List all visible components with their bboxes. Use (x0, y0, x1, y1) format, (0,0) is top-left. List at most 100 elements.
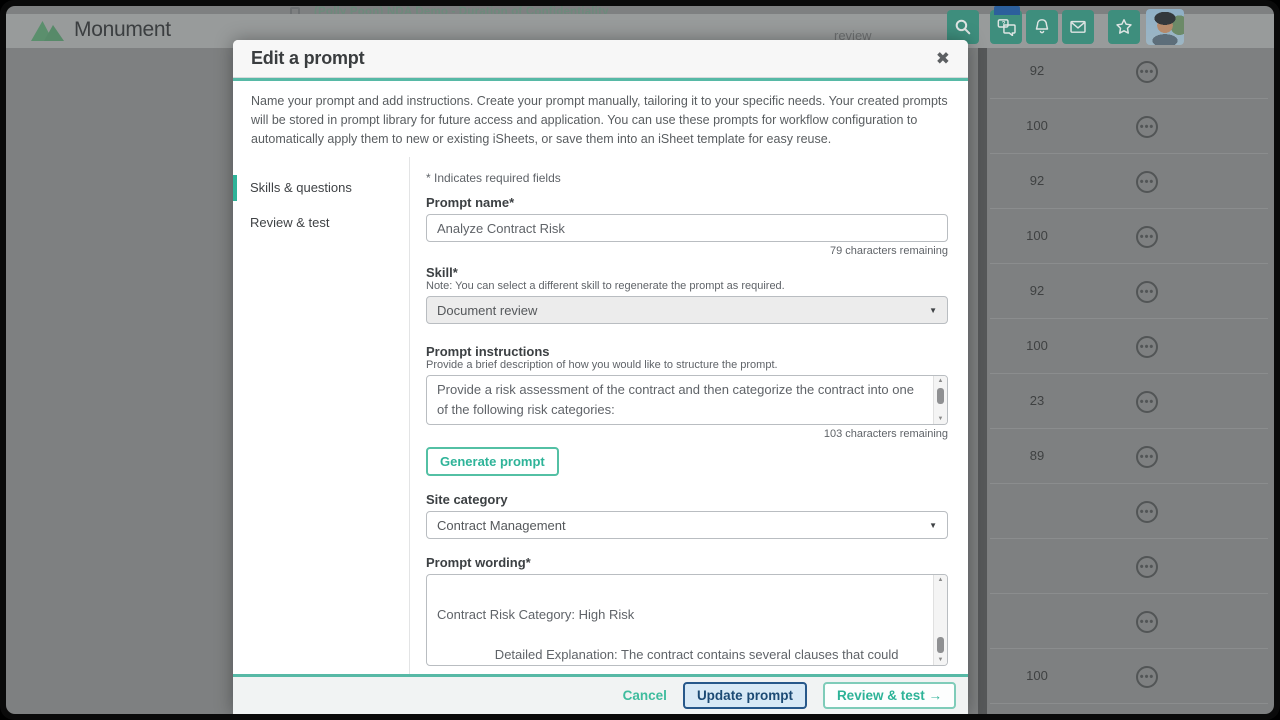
ellipsis-icon: ••• (1140, 232, 1155, 243)
textarea-scrollbar[interactable]: ▲ ▼ (933, 376, 947, 424)
modal-description: Name your prompt and add instructions. C… (233, 81, 968, 157)
ellipsis-icon: ••• (1140, 177, 1155, 188)
table-row: ••• (990, 539, 1268, 594)
update-prompt-button[interactable]: Update prompt (683, 682, 807, 709)
ellipsis-icon: ••• (1140, 507, 1155, 518)
bell-icon (1033, 18, 1051, 36)
more-options-button[interactable]: ••• (1136, 391, 1158, 413)
prompt-instructions-label: Prompt instructions (426, 344, 948, 359)
tab-skills-questions[interactable]: Skills & questions (233, 173, 409, 202)
skill-note: Note: You can select a different skill t… (426, 280, 948, 292)
table-row: 92 ••• (990, 44, 1268, 99)
monument-logo[interactable]: Monument (30, 17, 171, 43)
scroll-down-icon[interactable]: ▼ (938, 414, 944, 424)
ellipsis-icon: ••• (1140, 617, 1155, 628)
table-row: 92 ••• (990, 154, 1268, 209)
modal-header: Edit a prompt ✖ (233, 40, 968, 78)
table-row: 100 ••• (990, 209, 1268, 264)
arrow-right-icon: → (929, 688, 943, 703)
brand-name: Monument (74, 18, 171, 42)
screen-frame: (Polly Poon) NDA Demo - Duration of Conf… (0, 0, 1280, 720)
prompt-wording-textarea[interactable]: Contract Risk Category: High Risk Detail… (426, 574, 948, 666)
ellipsis-icon: ••• (1140, 452, 1155, 463)
notifications-button[interactable] (1026, 10, 1058, 44)
prompt-instructions-textarea[interactable]: Provide a risk assessment of the contrac… (426, 375, 948, 425)
prompt-wording-value: Detailed Explanation: The contract conta… (437, 647, 914, 665)
envelope-icon (1069, 18, 1087, 36)
scroll-thumb[interactable] (937, 637, 944, 653)
scroll-down-icon[interactable]: ▼ (938, 655, 944, 665)
modal-title: Edit a prompt (251, 48, 364, 69)
more-options-button[interactable]: ••• (1136, 116, 1158, 138)
score-value: 100 (1016, 338, 1058, 353)
score-value: 92 (1016, 173, 1058, 188)
prompt-name-input[interactable] (426, 214, 948, 242)
more-options-button[interactable]: ••• (1136, 281, 1158, 303)
skill-label: Skill* (426, 265, 948, 280)
table-row: 100 ••• (990, 319, 1268, 374)
table-row: 100 ••• (990, 99, 1268, 154)
score-value: 92 (1016, 63, 1058, 78)
table-row: 100 ••• (990, 649, 1268, 704)
table-row: ••• (990, 594, 1268, 649)
chevron-down-icon: ▼ (929, 306, 937, 315)
more-options-button[interactable]: ••• (1136, 446, 1158, 468)
more-options-button[interactable]: ••• (1136, 226, 1158, 248)
skill-selected-value: Document review (437, 303, 537, 318)
prompt-wording-clipped-line: Contract Risk Category: High Risk (437, 605, 923, 625)
more-options-button[interactable]: ••• (1136, 336, 1158, 358)
table-row: ••• (990, 484, 1268, 539)
score-value: 100 (1016, 668, 1058, 683)
score-value: 92 (1016, 283, 1058, 298)
cancel-button[interactable]: Cancel (623, 688, 667, 703)
more-options-button[interactable]: ••• (1136, 61, 1158, 83)
prompt-instructions-remaining: 103 characters remaining (426, 428, 948, 440)
more-options-button[interactable]: ••• (1136, 171, 1158, 193)
review-test-button[interactable]: Review & test → (823, 682, 956, 709)
ellipsis-icon: ••• (1140, 562, 1155, 573)
ellipsis-icon: ••• (1140, 672, 1155, 683)
generate-prompt-button[interactable]: Generate prompt (426, 447, 559, 476)
messages-button[interactable] (1062, 10, 1094, 44)
scroll-track[interactable] (934, 386, 947, 414)
prompt-name-remaining: 79 characters remaining (426, 245, 948, 257)
scroll-up-icon[interactable]: ▲ (938, 575, 944, 585)
skill-select[interactable]: Document review ▼ (426, 296, 948, 324)
ellipsis-icon: ••• (1140, 122, 1155, 133)
scroll-up-icon[interactable]: ▲ (938, 376, 944, 386)
tab-review-test[interactable]: Review & test (233, 208, 409, 237)
table-row: 92 ••• (990, 264, 1268, 319)
site-category-selected-value: Contract Management (437, 518, 566, 533)
modal-body: Skills & questions Review & test * Indic… (233, 157, 968, 674)
site-category-label: Site category (426, 492, 948, 507)
mountain-logo-icon (30, 17, 66, 43)
star-icon (1115, 18, 1133, 36)
ellipsis-icon: ••• (1140, 287, 1155, 298)
search-button[interactable] (947, 10, 979, 44)
chat-button[interactable]: ? (990, 10, 1022, 44)
more-options-button[interactable]: ••• (1136, 501, 1158, 523)
more-options-button[interactable]: ••• (1136, 666, 1158, 688)
more-options-button[interactable]: ••• (1136, 556, 1158, 578)
chat-bubbles-icon: ? (997, 18, 1016, 36)
search-icon (954, 18, 972, 36)
required-fields-note: * Indicates required fields (426, 171, 948, 185)
score-value: 100 (1016, 228, 1058, 243)
more-options-button[interactable]: ••• (1136, 611, 1158, 633)
prompt-name-label: Prompt name* (426, 195, 948, 210)
textarea-scrollbar[interactable]: ▲ ▼ (933, 575, 947, 665)
ellipsis-icon: ••• (1140, 342, 1155, 353)
score-value: 23 (1016, 393, 1058, 408)
table-row: 89 ••• (990, 429, 1268, 484)
background-scrollbar[interactable] (978, 14, 987, 714)
scroll-track[interactable] (934, 585, 947, 655)
review-test-label: Review & test (837, 688, 925, 703)
favorites-button[interactable] (1108, 10, 1140, 44)
background-table: 92 ••• 100 ••• 92 ••• 100 ••• (990, 44, 1268, 704)
close-icon[interactable]: ✖ (936, 49, 950, 69)
score-value: 100 (1016, 118, 1058, 133)
chevron-down-icon: ▼ (929, 521, 937, 530)
scroll-thumb[interactable] (937, 388, 944, 404)
user-avatar[interactable] (1146, 9, 1184, 45)
site-category-select[interactable]: Contract Management ▼ (426, 511, 948, 539)
